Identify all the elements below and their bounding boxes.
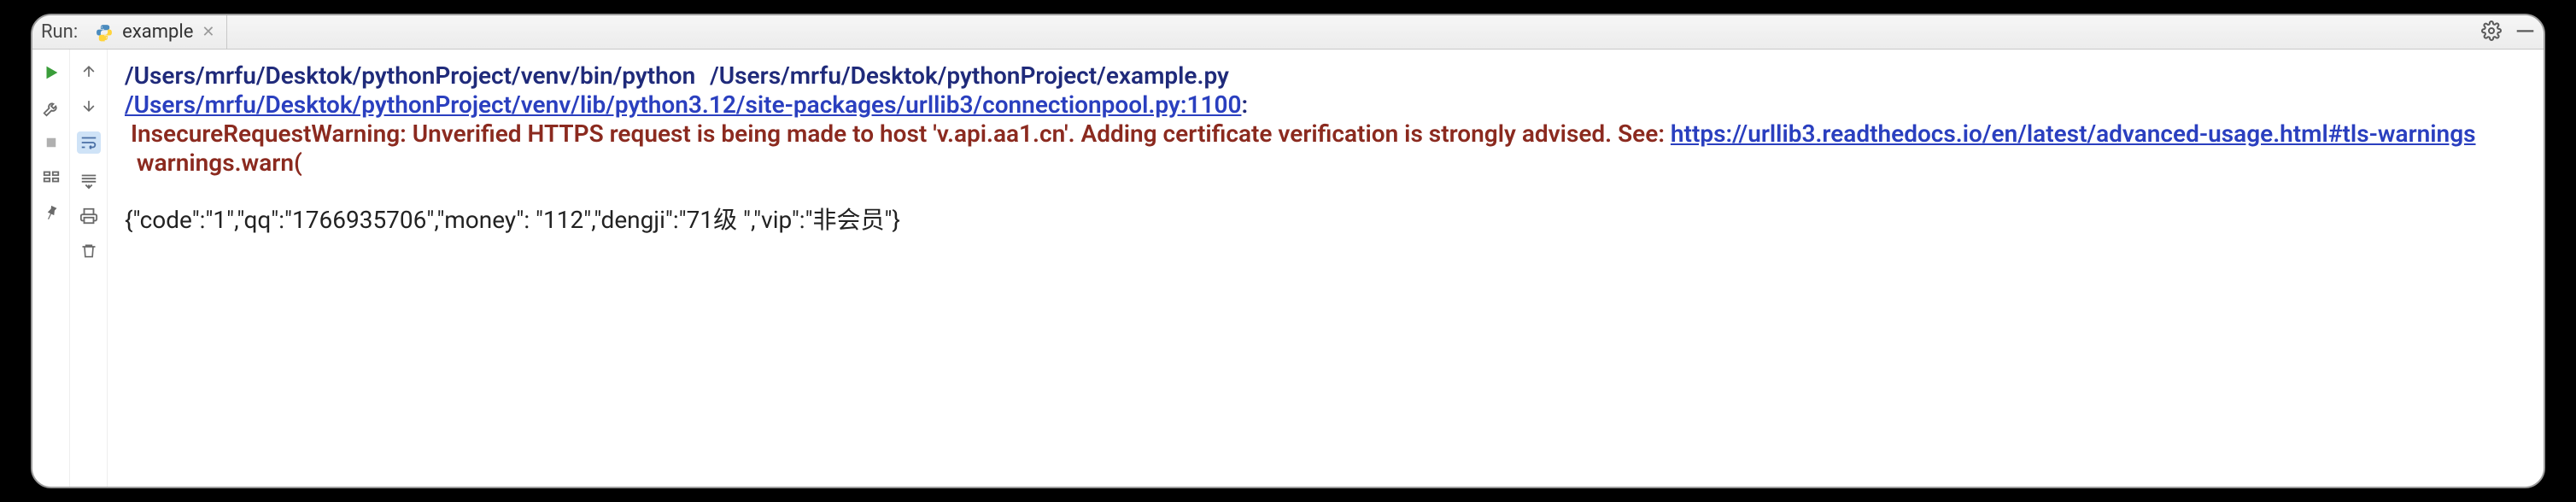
stack-trace-link[interactable]: /Users/mrfu/Desktok/pythonProject/venv/l…	[125, 90, 1241, 119]
stop-icon[interactable]	[44, 135, 59, 150]
wrench-icon[interactable]	[42, 99, 61, 118]
program-output: {"code":"1","qq":"1766935706","money": "…	[125, 206, 900, 234]
up-arrow-icon[interactable]	[80, 63, 97, 80]
rerun-icon[interactable]	[42, 63, 61, 82]
warning-pre-text: InsecureRequestWarning: Unverified HTTPS…	[125, 120, 1671, 148]
run-label: Run:	[32, 21, 83, 43]
interpreter-path: /Users/mrfu/Desktok/pythonProject/venv/b…	[125, 61, 695, 90]
run-tool-window: Run: example ✕ —	[31, 14, 2545, 488]
scroll-to-end-icon[interactable]	[79, 171, 98, 190]
python-file-icon	[95, 23, 114, 42]
warning-tail: warnings.warn(	[125, 149, 302, 177]
run-left-gutter	[32, 50, 70, 487]
soft-wrap-icon[interactable]	[77, 131, 101, 154]
tab-label: example	[122, 21, 193, 43]
console-output[interactable]: /Users/mrfu/Desktok/pythonProject/venv/b…	[108, 50, 2544, 487]
script-path: /Users/mrfu/Desktok/pythonProject/exampl…	[710, 61, 1229, 90]
gear-icon[interactable]	[2481, 20, 2502, 44]
tab-example[interactable]: example ✕	[83, 15, 227, 49]
layout-icon[interactable]	[42, 167, 61, 186]
run-body: /Users/mrfu/Desktok/pythonProject/venv/b…	[32, 50, 2544, 487]
pin-icon[interactable]	[43, 203, 60, 220]
run-toolbar: Run: example ✕ —	[32, 15, 2544, 50]
print-icon[interactable]	[79, 207, 98, 225]
trash-icon[interactable]	[80, 242, 97, 260]
warning-doc-link[interactable]: https://urllib3.readthedocs.io/en/latest…	[1671, 120, 2476, 148]
trace-colon: :	[1241, 90, 1248, 119]
minimize-icon[interactable]: —	[2515, 20, 2535, 45]
close-tab-icon[interactable]: ✕	[202, 23, 214, 41]
run-right-gutter	[70, 50, 108, 487]
down-arrow-icon[interactable]	[80, 97, 97, 114]
